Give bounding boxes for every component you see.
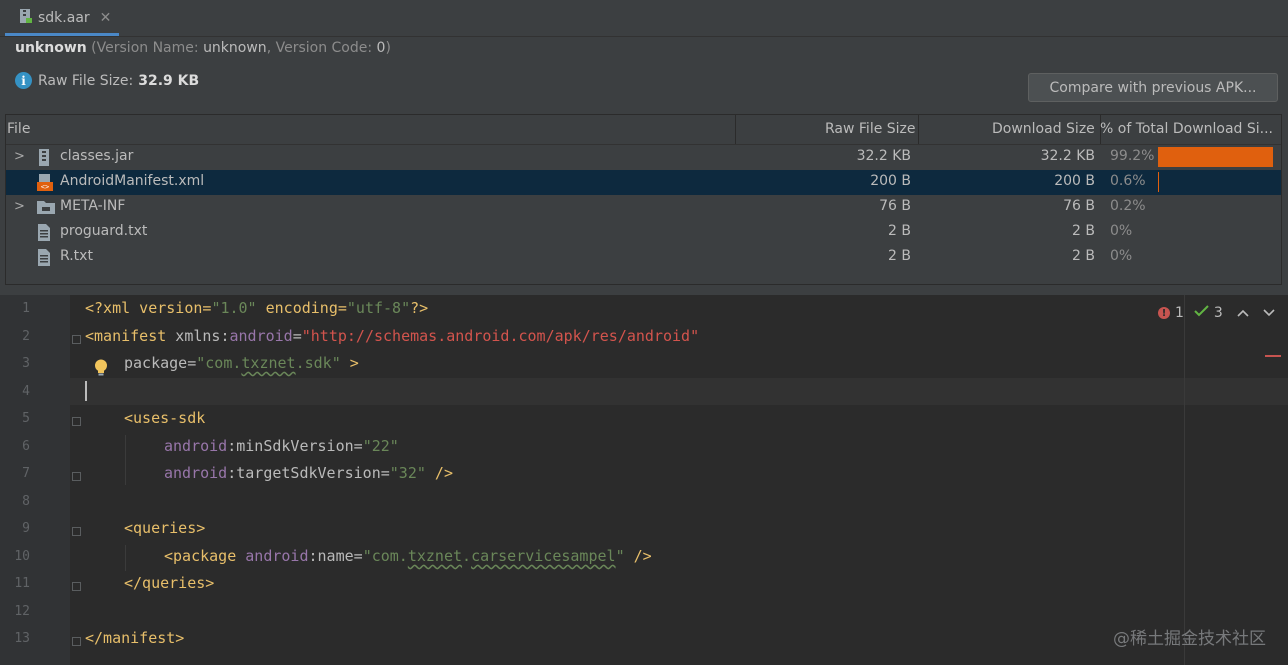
line-number: 13 — [14, 631, 30, 646]
code-line-1: <?xml version="1.0" encoding="utf-8"?> — [85, 299, 429, 317]
version-name: unknown — [203, 40, 267, 56]
table-row[interactable]: proguard.txt 2 B 2 B 0% — [6, 220, 1281, 245]
file-name: AndroidManifest.xml — [60, 173, 205, 189]
table-row[interactable]: R.txt 2 B 2 B 0% — [6, 245, 1281, 270]
code-line-2: <manifest xmlns:android="http://schemas.… — [85, 327, 700, 345]
check-icon — [1194, 304, 1210, 322]
tab-sdk-aar[interactable]: sdk.aar ✕ — [5, 3, 119, 36]
chevron-up-icon[interactable] — [1237, 305, 1249, 321]
line-number-gutter: 1 2 3 4 5 6 7 8 9 10 11 12 13 — [0, 295, 70, 665]
code-line-6: android:minSdkVersion="22" — [164, 437, 399, 455]
apk-file-table: File Raw File Size Download Size % of To… — [5, 114, 1282, 285]
compare-with-previous-apk-button[interactable]: Compare with previous APK... — [1028, 73, 1278, 102]
percent-total: 0% — [1110, 248, 1133, 264]
size-percent-bar — [1158, 147, 1273, 167]
watermark: @稀土掘金技术社区 — [1113, 629, 1266, 649]
column-header-file[interactable]: File — [7, 121, 30, 137]
raw-size: 76 B — [879, 198, 911, 214]
raw-size: 32.2 KB — [856, 148, 911, 164]
line-number: 6 — [22, 439, 30, 454]
editor-tab-bar: sdk.aar ✕ — [0, 0, 1288, 37]
raw-size: 200 B — [870, 173, 911, 189]
close-icon[interactable]: ✕ — [100, 10, 112, 26]
code-line-13: </manifest> — [85, 629, 185, 647]
line-number: 3 — [22, 356, 30, 371]
percent-total: 99.2% — [1110, 148, 1155, 164]
code-editor[interactable]: 1 2 3 4 5 6 7 8 9 10 11 12 13 <?xml vers… — [0, 295, 1288, 665]
file-name: classes.jar — [60, 148, 134, 164]
table-row[interactable]: > classes.jar 32.2 KB 32.2 KB 99.2% — [6, 145, 1281, 170]
file-name: R.txt — [60, 248, 93, 264]
folder-icon — [37, 199, 55, 219]
raw-file-size-info: i Raw File Size: 32.9 KB — [15, 72, 199, 89]
download-size: 2 B — [1072, 248, 1095, 264]
svg-text:<>: <> — [41, 183, 49, 191]
fold-marker-icon[interactable] — [72, 417, 81, 426]
line-number: 7 — [22, 466, 30, 481]
line-number: 5 — [22, 411, 30, 426]
error-stripe-marker[interactable] — [1265, 355, 1281, 357]
raw-file-size-value: 32.9 KB — [138, 72, 200, 89]
expand-chevron-icon[interactable]: > — [14, 149, 25, 164]
line-number: 12 — [14, 604, 30, 619]
xml-file-icon: <> — [37, 174, 53, 195]
line-number: 11 — [14, 576, 30, 591]
line-number: 8 — [22, 494, 30, 509]
column-header-download-size[interactable]: Download Size — [992, 121, 1095, 137]
download-size: 2 B — [1072, 223, 1095, 239]
fold-marker-icon[interactable] — [72, 582, 81, 591]
indent-guide — [125, 545, 126, 571]
column-header-raw-file-size[interactable]: Raw File Size — [825, 121, 916, 137]
table-row[interactable]: <> AndroidManifest.xml 200 B 200 B 0.6% — [6, 170, 1281, 195]
warning-count: 3 — [1213, 305, 1223, 321]
code-line-10: <package android:name="com.txznet.carser… — [164, 547, 652, 565]
raw-size: 2 B — [888, 248, 911, 264]
error-count: 1 — [1175, 305, 1184, 321]
percent-total: 0% — [1110, 223, 1133, 239]
tab-label: sdk.aar — [38, 10, 90, 26]
percent-total: 0.6% — [1110, 173, 1146, 189]
line-number: 9 — [22, 521, 30, 536]
jar-icon — [37, 149, 51, 170]
line-number: 1 — [22, 301, 30, 316]
current-line-highlight — [70, 378, 1288, 405]
fold-marker-icon[interactable] — [72, 335, 81, 344]
line-number: 2 — [22, 329, 30, 344]
info-icon: i — [15, 72, 32, 89]
apk-version-info: unknown (Version Name: unknown, Version … — [15, 40, 391, 56]
right-margin-guide — [1184, 295, 1185, 665]
archive-file-icon — [18, 8, 32, 28]
file-name: META-INF — [60, 198, 126, 214]
table-header: File Raw File Size Download Size % of To… — [6, 115, 1281, 145]
text-file-icon — [37, 249, 51, 270]
fold-marker-icon[interactable] — [72, 637, 81, 646]
code-line-9: <queries> — [124, 519, 206, 537]
error-icon: ! — [1158, 307, 1170, 319]
inspections-widget[interactable]: ! 1 3 — [1158, 304, 1275, 322]
download-size: 76 B — [1063, 198, 1095, 214]
app-name: unknown — [15, 40, 87, 56]
download-size: 200 B — [1054, 173, 1095, 189]
file-name: proguard.txt — [60, 223, 148, 239]
lightbulb-icon[interactable] — [94, 359, 108, 381]
code-line-11: </queries> — [124, 574, 215, 592]
line-number: 4 — [22, 384, 30, 399]
code-line-7: android:targetSdkVersion="32" /> — [164, 464, 453, 482]
chevron-down-icon[interactable] — [1263, 305, 1275, 321]
percent-total: 0.2% — [1110, 198, 1146, 214]
fold-marker-icon[interactable] — [72, 472, 81, 481]
column-header-percent-total[interactable]: % of Total Download Si... — [1100, 121, 1273, 137]
code-line-5: <uses-sdk — [124, 409, 206, 427]
indent-guide — [125, 435, 126, 485]
text-file-icon — [37, 224, 51, 245]
text-caret — [85, 381, 87, 401]
line-number: 10 — [14, 549, 30, 564]
code-line-3: package="com.txznet.sdk" > — [124, 354, 359, 372]
raw-size: 2 B — [888, 223, 911, 239]
download-size: 32.2 KB — [1040, 148, 1095, 164]
size-percent-bar — [1158, 172, 1159, 192]
expand-chevron-icon[interactable]: > — [14, 199, 25, 214]
fold-marker-icon[interactable] — [72, 527, 81, 536]
table-row[interactable]: > META-INF 76 B 76 B 0.2% — [6, 195, 1281, 220]
